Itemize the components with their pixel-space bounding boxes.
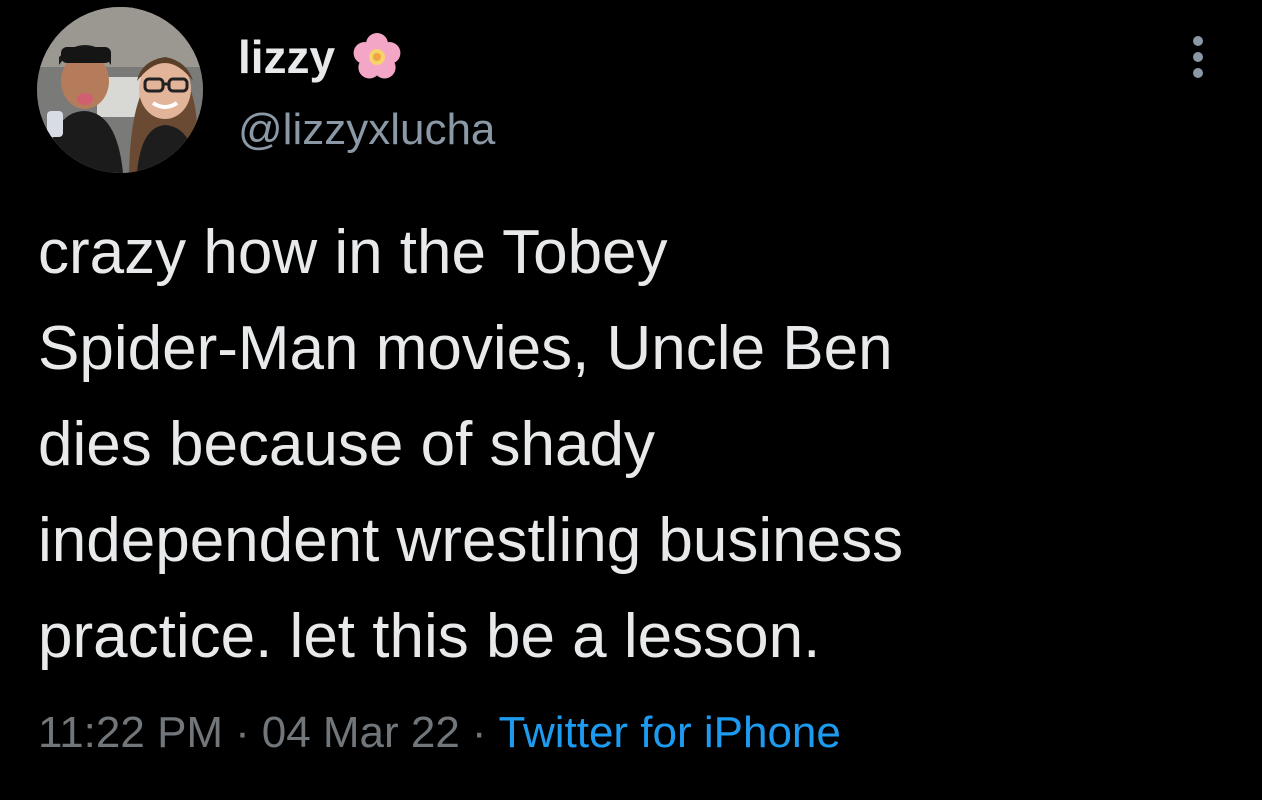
tweet: lizzy @lizzyxlucha crazy how in the Tobe… bbox=[0, 0, 1262, 800]
tweet-text-line: independent wrestling business bbox=[38, 506, 904, 575]
meta-separator: · bbox=[471, 708, 487, 757]
cherry-blossom-icon bbox=[353, 33, 401, 79]
display-name-row[interactable]: lizzy bbox=[238, 22, 405, 92]
avatar-photo bbox=[37, 7, 203, 173]
tweet-time[interactable]: 11:22 PM bbox=[38, 708, 223, 757]
avatar[interactable] bbox=[37, 7, 203, 173]
user-handle[interactable]: @lizzyxlucha bbox=[238, 100, 495, 160]
tweet-source-link[interactable]: Twitter for iPhone bbox=[499, 708, 841, 757]
tweet-text-line: crazy how in the Tobey bbox=[38, 218, 668, 287]
tweet-text-line: dies because of shady bbox=[38, 410, 655, 479]
tweet-date[interactable]: 04 Mar 22 bbox=[262, 708, 460, 757]
tweet-text: crazy how in the Tobey Spider-Man movies… bbox=[38, 205, 1238, 685]
meta-separator: · bbox=[235, 708, 250, 757]
more-dots-icon bbox=[1193, 68, 1203, 78]
tweet-text-line: practice. let this be a lesson. bbox=[38, 602, 821, 671]
more-dots-icon bbox=[1193, 36, 1203, 46]
tweet-text-line: Spider-Man movies, Uncle Ben bbox=[38, 314, 893, 383]
more-options-button[interactable] bbox=[1178, 30, 1218, 84]
tweet-meta: 11:22 PM · 04 Mar 22 · Twitter for iPhone bbox=[38, 698, 841, 768]
more-dots-icon bbox=[1193, 52, 1203, 62]
display-name[interactable]: lizzy bbox=[238, 22, 335, 92]
